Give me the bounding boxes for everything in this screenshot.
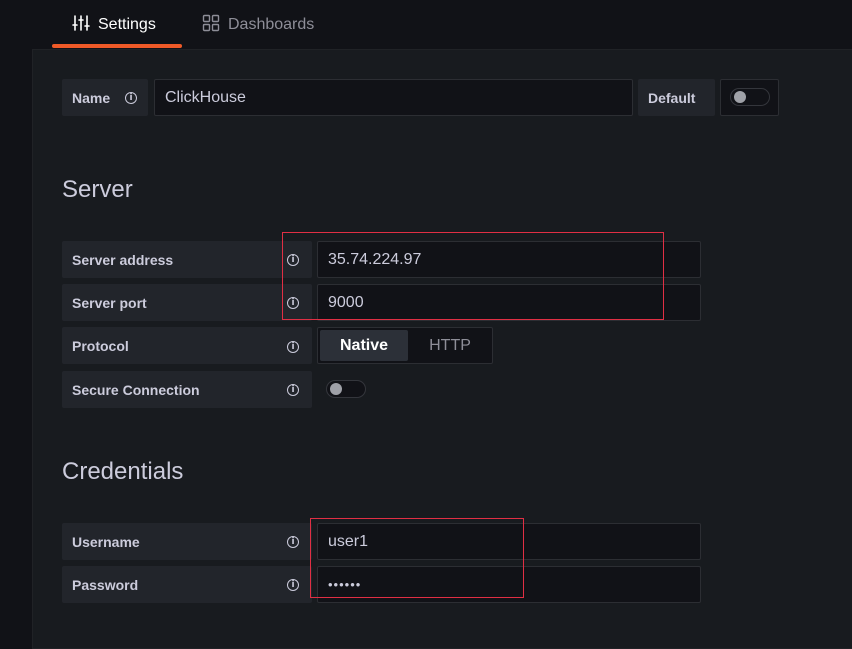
sliders-icon bbox=[72, 14, 90, 37]
username-value: user1 bbox=[328, 532, 369, 550]
name-input[interactable]: ClickHouse bbox=[154, 79, 633, 116]
server-port-value: 9000 bbox=[328, 293, 364, 311]
secure-connection-toggle-knob bbox=[330, 383, 342, 395]
secure-connection-toggle[interactable] bbox=[326, 380, 366, 398]
server-section-title: Server bbox=[62, 176, 133, 203]
info-icon[interactable]: i bbox=[125, 92, 137, 104]
tab-dashboards-label: Dashboards bbox=[228, 16, 315, 33]
default-label-box: Default bbox=[638, 79, 715, 116]
default-toggle-box bbox=[720, 79, 779, 116]
password-label-box: Password bbox=[62, 566, 312, 603]
tab-settings[interactable]: Settings bbox=[72, 0, 156, 50]
info-icon[interactable]: i bbox=[287, 384, 299, 396]
tab-dashboards[interactable]: Dashboards bbox=[202, 0, 314, 50]
info-icon[interactable]: i bbox=[287, 254, 299, 266]
server-address-label-box: Server address bbox=[62, 241, 312, 278]
protocol-label-box: Protocol bbox=[62, 327, 312, 364]
server-address-value: 35.74.224.97 bbox=[328, 250, 422, 268]
password-label: Password bbox=[72, 576, 139, 593]
protocol-radio-group: Native HTTP bbox=[317, 327, 493, 364]
active-tab-indicator bbox=[52, 44, 182, 48]
info-icon[interactable]: i bbox=[287, 579, 299, 591]
protocol-label: Protocol bbox=[72, 337, 129, 354]
protocol-option-http[interactable]: HTTP bbox=[410, 330, 490, 361]
info-icon[interactable]: i bbox=[287, 536, 299, 548]
server-port-label: Server port bbox=[72, 294, 147, 311]
grid-icon bbox=[202, 14, 220, 37]
server-address-label: Server address bbox=[72, 251, 174, 268]
name-label: Name bbox=[72, 89, 111, 106]
info-icon[interactable]: i bbox=[287, 341, 299, 353]
default-label: Default bbox=[648, 89, 696, 106]
username-input[interactable]: user1 bbox=[317, 523, 701, 560]
server-port-label-box: Server port bbox=[62, 284, 312, 321]
password-value: •••••• bbox=[328, 577, 362, 592]
name-input-value: ClickHouse bbox=[165, 88, 246, 106]
info-icon[interactable]: i bbox=[287, 297, 299, 309]
default-toggle[interactable] bbox=[730, 88, 770, 106]
protocol-option-native[interactable]: Native bbox=[320, 330, 408, 361]
secure-connection-label: Secure Connection bbox=[72, 381, 200, 398]
credentials-section-title: Credentials bbox=[62, 458, 184, 485]
secure-connection-label-box: Secure Connection bbox=[62, 371, 312, 408]
username-label: Username bbox=[72, 533, 140, 550]
default-toggle-knob bbox=[734, 91, 746, 103]
tab-bar: Settings Dashboards bbox=[0, 0, 852, 50]
tab-settings-label: Settings bbox=[98, 16, 156, 33]
server-port-input[interactable]: 9000 bbox=[317, 284, 701, 321]
username-label-box: Username bbox=[62, 523, 312, 560]
password-input[interactable]: •••••• bbox=[317, 566, 701, 603]
server-address-input[interactable]: 35.74.224.97 bbox=[317, 241, 701, 278]
